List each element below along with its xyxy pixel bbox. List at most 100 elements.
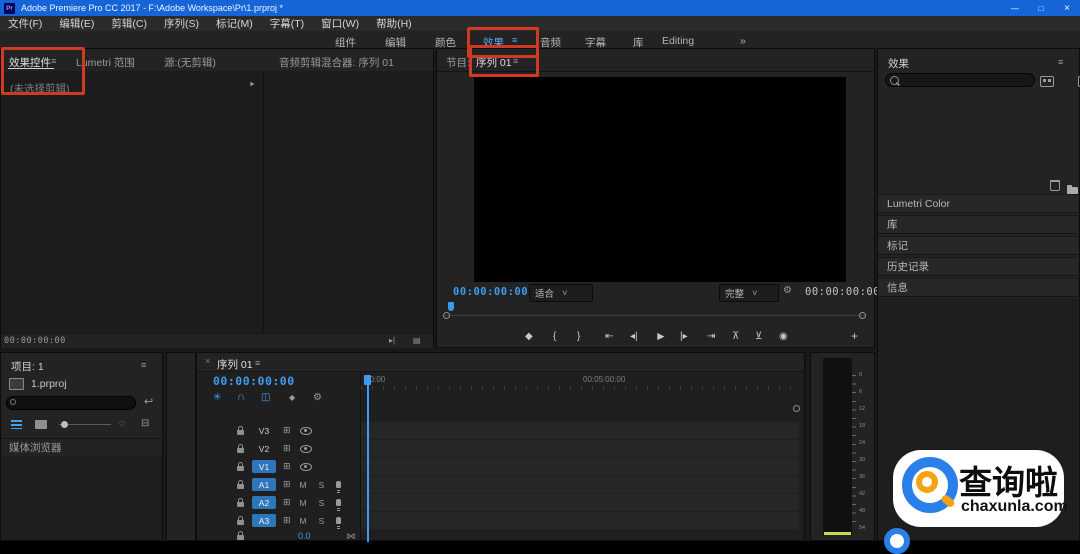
track-target-button[interactable]: V3: [252, 424, 276, 437]
solo-button[interactable]: S: [319, 480, 325, 490]
program-scrubber[interactable]: [437, 300, 874, 322]
expand-video-section-icon[interactable]: ►: [249, 81, 256, 88]
menu-window[interactable]: 窗口(W): [319, 16, 361, 31]
nest-toggle-icon[interactable]: ✳: [213, 392, 221, 403]
track-target-button[interactable]: A3: [252, 514, 276, 527]
project-item-row[interactable]: 1.prproj: [1, 375, 170, 392]
track-target-button[interactable]: V1: [252, 460, 276, 473]
delete-bin-icon[interactable]: [1050, 180, 1060, 191]
section-lumetri-color[interactable]: Lumetri Color: [878, 194, 1078, 213]
lock-icon[interactable]: [237, 448, 244, 453]
tab-source-monitor[interactable]: 源:(无剪辑): [164, 55, 216, 70]
track-header-a3[interactable]: A3 ⊞ M S: [197, 512, 360, 529]
step-back-icon[interactable]: ◂|: [630, 331, 638, 342]
toggle-track-output-icon[interactable]: [300, 463, 312, 471]
track-header-a2[interactable]: A2 ⊞ M S: [197, 494, 360, 511]
sync-lock-icon[interactable]: ⊞: [283, 425, 291, 436]
timeline-scroll-handle[interactable]: [793, 405, 800, 412]
section-info[interactable]: 信息: [878, 278, 1078, 297]
menu-clip[interactable]: 剪辑(C): [109, 16, 149, 31]
maximize-button[interactable]: □: [1028, 4, 1054, 13]
icon-view-icon[interactable]: [35, 420, 47, 429]
section-libraries[interactable]: 库: [878, 215, 1078, 234]
audio-track-lane-a3[interactable]: [361, 512, 799, 529]
button-editor-icon[interactable]: +: [851, 329, 858, 343]
menu-edit[interactable]: 编辑(E): [57, 16, 96, 31]
audio-track-lane-a2[interactable]: [361, 494, 799, 511]
master-level-value[interactable]: 0.0: [298, 531, 311, 541]
play-icon[interactable]: ►: [655, 329, 667, 343]
lock-icon[interactable]: [237, 535, 244, 540]
step-forward-icon[interactable]: |▸: [680, 331, 688, 342]
extract-icon[interactable]: ⊻: [755, 331, 762, 342]
menu-sequence[interactable]: 序列(S): [162, 16, 201, 31]
lock-icon[interactable]: [237, 484, 244, 489]
track-target-button[interactable]: A1: [252, 478, 276, 491]
audio-during-scrub-icon[interactable]: ▤: [413, 336, 421, 345]
go-to-in-icon[interactable]: ⇤: [605, 331, 613, 342]
go-to-out-icon[interactable]: ⇥: [707, 331, 715, 342]
effect-controls-timecode[interactable]: 00:00:00:00: [4, 336, 66, 346]
project-panel-menu-icon[interactable]: ≡: [141, 360, 146, 370]
menu-help[interactable]: 帮助(H): [374, 16, 414, 31]
project-back-icon[interactable]: ↩: [144, 395, 153, 408]
effects-panel-title[interactable]: 效果: [888, 56, 909, 71]
menu-marker[interactable]: 标记(M): [214, 16, 255, 31]
automate-to-sequence-icon[interactable]: ◌: [119, 418, 125, 429]
toggle-track-output-icon[interactable]: [300, 427, 312, 435]
program-scroll-right-handle[interactable]: [859, 312, 866, 319]
toggle-track-output-icon[interactable]: [300, 445, 312, 453]
timeline-timecode[interactable]: 00:00:00:00: [213, 374, 295, 388]
sync-lock-icon[interactable]: ⊞: [283, 497, 291, 508]
sync-lock-icon[interactable]: ⊞: [283, 461, 291, 472]
close-button[interactable]: ×: [1054, 3, 1080, 14]
track-header-v2[interactable]: V2 ⊞: [197, 440, 360, 457]
program-playhead-marker[interactable]: [448, 302, 454, 311]
timeline-playhead-line[interactable]: [367, 383, 369, 542]
program-scroll-left-handle[interactable]: [443, 312, 450, 319]
track-target-button[interactable]: V2: [252, 442, 276, 455]
workspace-overflow-icon[interactable]: »: [740, 35, 746, 47]
track-header-v3[interactable]: V3 ⊞: [197, 422, 360, 439]
minimize-button[interactable]: —: [1002, 4, 1028, 13]
lock-icon[interactable]: [237, 430, 244, 435]
marker-icon[interactable]: ◆: [289, 393, 295, 402]
effects-panel-menu-icon[interactable]: ≡: [1058, 57, 1063, 67]
close-icon[interactable]: ×: [205, 356, 210, 366]
menu-title[interactable]: 字幕(T): [268, 16, 306, 31]
voiceover-record-icon[interactable]: [336, 481, 341, 488]
tab-audio-clip-mixer[interactable]: 音频剪辑混合器: 序列 01: [279, 55, 394, 70]
export-frame-icon[interactable]: ◉: [779, 331, 788, 342]
find-icon[interactable]: ⊟: [141, 418, 149, 429]
audio-track-lane-a1[interactable]: [361, 476, 799, 493]
timeline-ruler[interactable]: :00:00 00:05:00:00: [361, 373, 799, 391]
add-marker-icon[interactable]: ◆: [525, 331, 533, 342]
program-settings-wrench-icon[interactable]: ⚙: [783, 285, 792, 296]
timeline-settings-wrench-icon[interactable]: ⚙: [313, 392, 322, 403]
section-history[interactable]: 历史记录: [878, 257, 1078, 276]
timeline-sequence-tab[interactable]: 序列 01: [217, 357, 253, 372]
mute-button[interactable]: M: [300, 498, 307, 508]
mute-button[interactable]: M: [300, 480, 307, 490]
mute-button[interactable]: M: [300, 516, 307, 526]
media-browser-header[interactable]: 媒体浏览器: [1, 438, 162, 456]
lock-icon[interactable]: [237, 466, 244, 471]
list-view-icon[interactable]: [11, 420, 22, 429]
video-track-lane-v1[interactable]: [361, 458, 799, 475]
program-position-timecode[interactable]: 00:00:00:00: [453, 286, 528, 298]
workspace-editing-en[interactable]: Editing: [662, 35, 694, 47]
snap-magnet-icon[interactable]: ∩: [237, 391, 245, 403]
timeline-panel-menu-icon[interactable]: ≡: [255, 358, 260, 368]
track-header-a1[interactable]: A1 ⊞ M S: [197, 476, 360, 493]
master-track-row[interactable]: 0.0 ⋈: [197, 530, 804, 542]
effects-search-input[interactable]: [885, 73, 1035, 87]
play-clip-only-icon[interactable]: ▸|: [389, 336, 395, 345]
program-scrub-track[interactable]: [445, 315, 865, 316]
lock-icon[interactable]: [237, 502, 244, 507]
accelerated-effects-filter-icon[interactable]: [1040, 76, 1054, 87]
track-target-button[interactable]: A2: [252, 496, 276, 509]
solo-button[interactable]: S: [319, 498, 325, 508]
mark-out-icon[interactable]: }: [577, 331, 580, 342]
video-track-lane-v2[interactable]: [361, 440, 799, 457]
video-track-lane-v3[interactable]: [361, 422, 799, 439]
